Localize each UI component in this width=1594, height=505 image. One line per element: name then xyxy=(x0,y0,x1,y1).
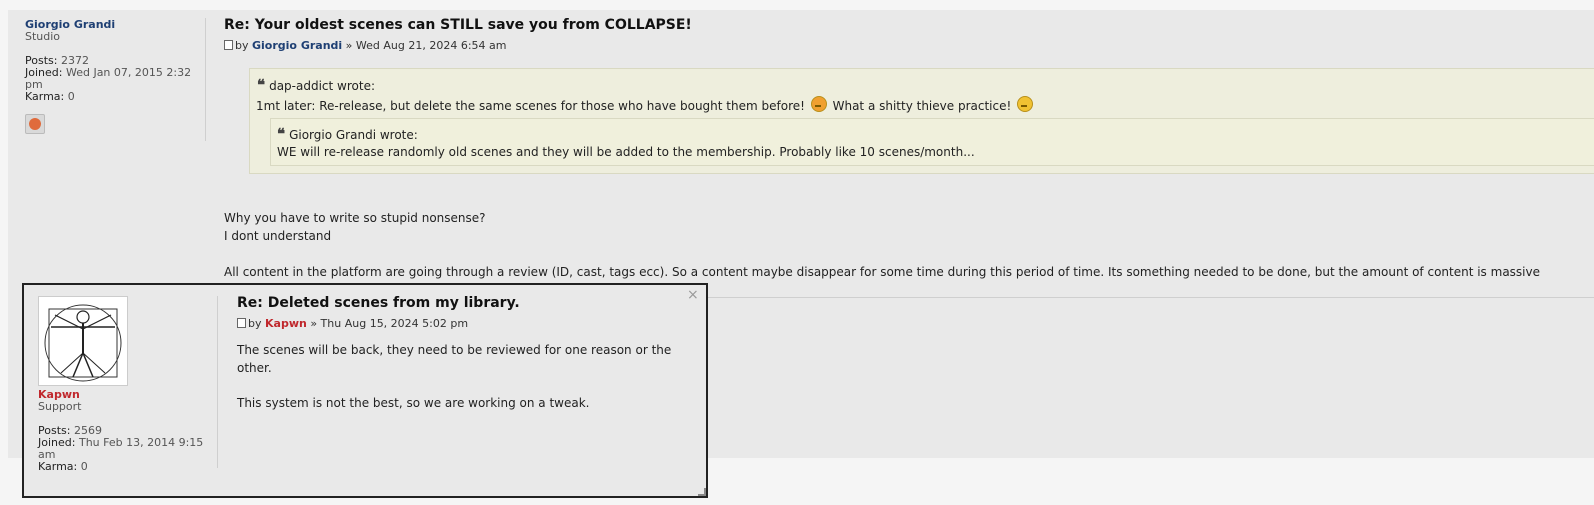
author-stats: Posts: 2372 Joined: Wed Jan 07, 2015 2:3… xyxy=(25,55,205,103)
by-prefix: by xyxy=(235,39,249,52)
inner-quote-text: WE will re-release randomly old scenes a… xyxy=(277,145,975,159)
karma-label: Karma: xyxy=(38,460,78,473)
studio-badge-icon[interactable] xyxy=(25,114,45,134)
angry-emoji-icon xyxy=(810,96,827,112)
quote-author: dap-addict wrote: xyxy=(269,79,375,93)
post-body: Why you have to write so stupid nonsense… xyxy=(224,209,1540,281)
popup-post-title[interactable]: Re: Deleted scenes from my library. xyxy=(237,295,520,311)
post-date: » Wed Aug 21, 2024 6:54 am xyxy=(345,39,507,52)
popup-post-body: The scenes will be back, they need to be… xyxy=(237,341,706,412)
body-line: The scenes will be back, they need to be… xyxy=(237,343,672,375)
karma-label: Karma: xyxy=(25,90,65,103)
vitruvian-avatar-icon xyxy=(44,304,122,382)
badge-dot xyxy=(29,118,41,130)
quote-header: ❝ dap-addict wrote: xyxy=(257,76,375,94)
popup-author-line: by Kapwn » Thu Aug 15, 2024 5:02 pm xyxy=(237,317,468,330)
quote-text-part1: 1mt later: Re-release, but delete the sa… xyxy=(256,99,805,113)
popup-author-stats: Posts: 2569 Joined: Thu Feb 13, 2014 9:1… xyxy=(38,425,218,473)
karma-value: 0 xyxy=(67,90,75,103)
joined-stat: Joined: Wed Jan 07, 2015 2:32 pm xyxy=(25,67,205,91)
quote-text: 1mt later: Re-release, but delete the sa… xyxy=(256,96,1035,113)
avatar[interactable] xyxy=(38,296,128,386)
popup-profile: Kapwn Support Posts: 2569 Joined: Thu Fe… xyxy=(38,389,218,473)
by-prefix: by xyxy=(248,317,262,330)
karma-value: 0 xyxy=(80,460,88,473)
popup-author-rank: Support xyxy=(38,400,82,413)
post-author-link[interactable]: Giorgio Grandi xyxy=(252,39,342,52)
popup-author-link[interactable]: Kapwn xyxy=(265,317,307,330)
resize-handle[interactable] xyxy=(698,488,706,496)
author-rank: Studio xyxy=(25,30,61,43)
inner-quote-header: ❝ Giorgio Grandi wrote: xyxy=(277,125,418,143)
karma-stat: Karma: 0 xyxy=(25,91,205,103)
post-preview-popup: × Kapwn Support Posts: 2569 Joined: Thu … xyxy=(22,283,708,498)
body-line: Why you have to write so stupid nonsense… xyxy=(224,211,486,225)
post-title[interactable]: Re: Your oldest scenes can STILL save yo… xyxy=(224,17,692,33)
body-line: All content in the platform are going th… xyxy=(224,265,1540,279)
popup-post-date: » Thu Aug 15, 2024 5:02 pm xyxy=(310,317,469,330)
post-author-line: by Giorgio Grandi » Wed Aug 21, 2024 6:5… xyxy=(224,39,507,52)
karma-stat: Karma: 0 xyxy=(38,461,218,473)
post-icon[interactable] xyxy=(224,40,233,50)
popup-divider xyxy=(217,296,218,468)
body-line: This system is not the best, so we are w… xyxy=(237,396,590,410)
profile-divider xyxy=(205,18,206,141)
quote-icon: ❝ xyxy=(277,125,286,143)
quote-icon: ❝ xyxy=(257,76,266,94)
post-profile: Giorgio Grandi Studio Posts: 2372 Joined… xyxy=(25,19,205,134)
joined-stat: Joined: Thu Feb 13, 2014 9:15 am xyxy=(38,437,218,461)
quote-text-part2: What a shitty thieve practice! xyxy=(832,99,1012,113)
blockquote-outer: ❝ dap-addict wrote: 1mt later: Re-release… xyxy=(249,68,1594,174)
inner-quote-author: Giorgio Grandi wrote: xyxy=(289,128,418,142)
blockquote-inner: ❝ Giorgio Grandi wrote: WE will re-releas… xyxy=(270,118,1594,166)
close-icon[interactable]: × xyxy=(687,287,699,303)
top-strip xyxy=(0,0,1594,10)
confused-emoji-icon xyxy=(1017,96,1034,112)
body-line: I dont understand xyxy=(224,229,332,243)
post-icon[interactable] xyxy=(237,318,246,328)
